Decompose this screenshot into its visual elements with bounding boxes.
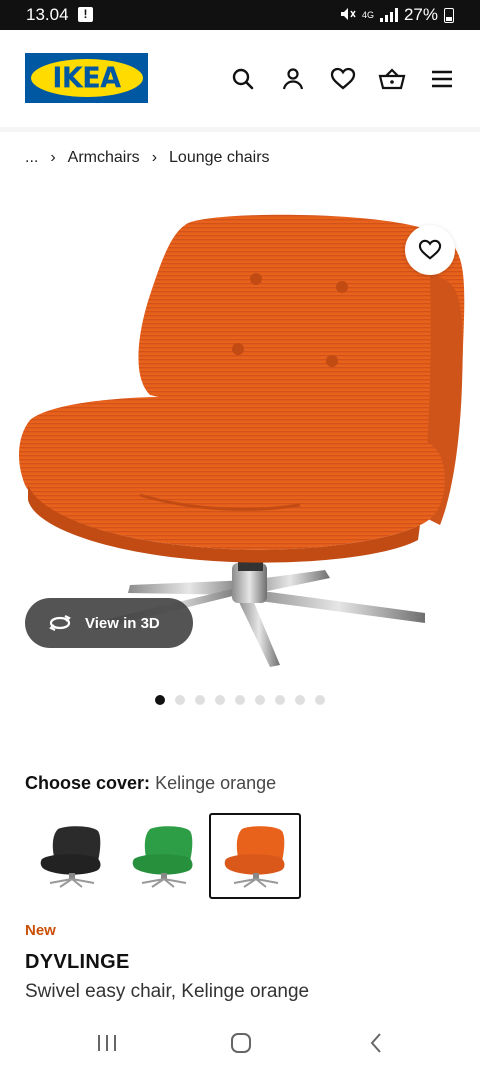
network-type: 4G bbox=[361, 9, 374, 20]
orange-chair-thumbnail bbox=[224, 826, 285, 888]
choose-cover-label: Choose cover: Kelinge orange bbox=[25, 773, 276, 794]
home-icon[interactable] bbox=[221, 1028, 261, 1058]
search-icon[interactable] bbox=[228, 64, 258, 94]
carousel-dot[interactable] bbox=[235, 695, 245, 705]
signal-icon bbox=[379, 8, 398, 22]
breadcrumb-lounge-chairs[interactable]: Lounge chairs bbox=[169, 149, 270, 167]
image-carousel-dots bbox=[155, 695, 325, 705]
selected-cover-value: Kelinge orange bbox=[155, 773, 277, 793]
basket-icon[interactable] bbox=[377, 64, 407, 94]
view-in-3d-button[interactable]: View in 3D bbox=[25, 598, 193, 648]
carousel-dot[interactable] bbox=[275, 695, 285, 705]
ikea-logo[interactable]: IKEA bbox=[25, 53, 148, 103]
carousel-dot[interactable] bbox=[315, 695, 325, 705]
carousel-dot[interactable] bbox=[295, 695, 305, 705]
carousel-dot[interactable] bbox=[255, 695, 265, 705]
mute-icon bbox=[340, 7, 356, 24]
site-header: IKEA bbox=[0, 30, 480, 128]
status-bar: 13.04 ! 4G 27% bbox=[0, 0, 480, 30]
new-badge: New bbox=[25, 922, 56, 939]
add-to-favourites-button[interactable] bbox=[405, 225, 455, 275]
green-chair-thumbnail bbox=[132, 826, 193, 888]
logo-text: IKEA bbox=[52, 61, 121, 95]
cover-option-black[interactable] bbox=[25, 813, 117, 899]
recent-apps-icon[interactable] bbox=[87, 1028, 127, 1058]
alert-icon: ! bbox=[78, 7, 93, 22]
breadcrumb-ellipsis[interactable]: ... bbox=[25, 149, 38, 167]
view-in-3d-label: View in 3D bbox=[85, 614, 160, 632]
carousel-dot[interactable] bbox=[155, 695, 165, 705]
cover-option-orange[interactable] bbox=[209, 813, 301, 899]
back-icon[interactable] bbox=[356, 1028, 396, 1058]
product-description: Swivel easy chair, Kelinge orange bbox=[25, 981, 310, 1002]
chevron-right-icon: › bbox=[151, 149, 158, 166]
choose-cover-title: Choose cover: bbox=[25, 773, 151, 793]
system-nav-bar bbox=[0, 1018, 480, 1070]
logo-oval: IKEA bbox=[30, 59, 143, 97]
carousel-dot[interactable] bbox=[195, 695, 205, 705]
breadcrumb: ... › Armchairs › Lounge chairs bbox=[25, 149, 270, 167]
rotate-3d-icon bbox=[49, 615, 71, 631]
chevron-right-icon: › bbox=[50, 149, 56, 166]
account-icon[interactable] bbox=[278, 64, 308, 94]
black-chair-thumbnail bbox=[40, 826, 101, 888]
heart-icon[interactable] bbox=[328, 64, 358, 94]
status-time: 13.04 bbox=[26, 5, 69, 24]
battery-icon bbox=[444, 7, 454, 23]
status-right: 4G 27% bbox=[340, 5, 454, 25]
cover-options bbox=[25, 813, 301, 899]
heart-icon bbox=[418, 239, 442, 260]
carousel-dot[interactable] bbox=[175, 695, 185, 705]
breadcrumb-armchairs[interactable]: Armchairs bbox=[68, 149, 140, 167]
product-name: DYVLINGE bbox=[25, 951, 130, 973]
carousel-dot[interactable] bbox=[215, 695, 225, 705]
header-divider bbox=[0, 127, 480, 132]
battery-percent: 27% bbox=[403, 5, 438, 24]
cover-option-green[interactable] bbox=[117, 813, 209, 899]
menu-icon[interactable] bbox=[427, 64, 457, 94]
